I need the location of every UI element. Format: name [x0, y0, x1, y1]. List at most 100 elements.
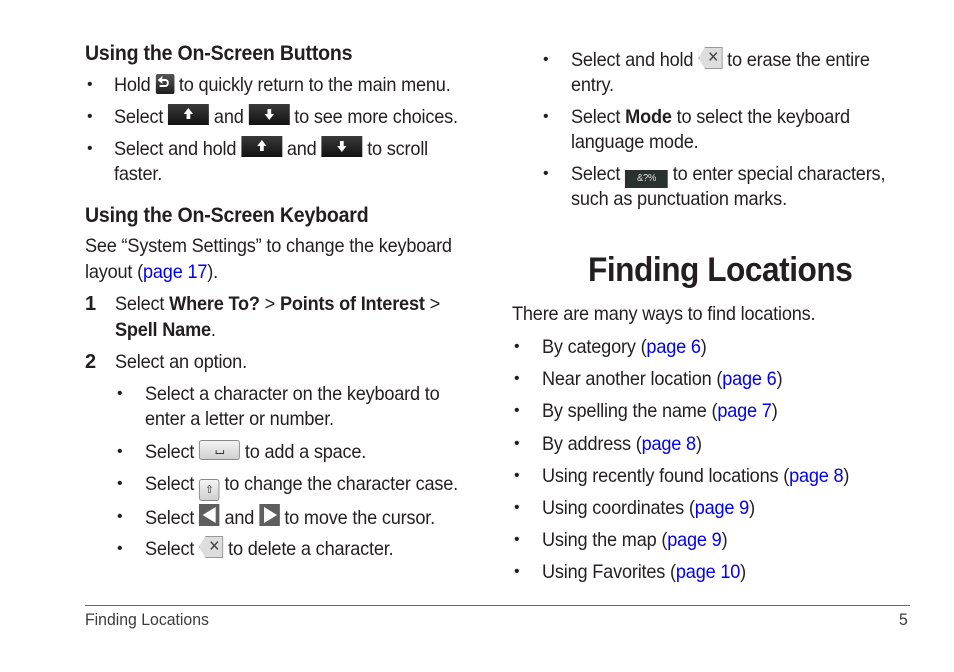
intro-text: layout ( — [85, 261, 143, 283]
bullet: • — [543, 51, 549, 68]
step-item: Select Where To? > Points of Interest > — [115, 291, 440, 317]
list-item: Near another location (page 6) — [542, 368, 783, 390]
bullet: • — [514, 338, 520, 355]
item-text-continued: entry. — [571, 74, 614, 96]
step-text: . — [210, 319, 216, 341]
item-text: to delete a character. — [228, 538, 394, 560]
item-text-continued: such as punctuation marks. — [571, 188, 787, 210]
item-text: to scroll — [367, 138, 429, 160]
page-link[interactable]: page 9 — [695, 497, 750, 519]
heading-on-screen-keyboard: Using the On-Screen Keyboard — [85, 204, 369, 227]
list-item: Using recently found locations (page 8) — [542, 465, 850, 487]
cursor-right-icon — [259, 504, 280, 526]
item-text-continued: language mode. — [571, 131, 699, 153]
down-arrow-icon — [248, 104, 290, 125]
down-arrow-icon — [321, 136, 363, 157]
bullet: • — [543, 165, 549, 182]
item-text: Select — [114, 106, 164, 128]
sub-item: Select and to move the cursor. — [145, 504, 435, 531]
page-link[interactable]: page 8 — [789, 465, 844, 487]
heading-on-screen-buttons: Using the On-Screen Buttons — [85, 42, 353, 65]
list-item: Select and hold to erase the entire — [571, 45, 870, 73]
item-text: Select — [145, 441, 195, 463]
mode-label: Mode — [625, 106, 672, 128]
bullet: • — [514, 531, 520, 548]
list-item: Using Favorites (page 10) — [542, 561, 747, 583]
sub-item: Select a character on the keyboard to — [145, 383, 440, 405]
item-text: Using coordinates — [542, 497, 684, 519]
item-text: By category — [542, 336, 636, 358]
item-text: By address — [542, 433, 631, 455]
bullet: • — [514, 402, 520, 419]
bullet: • — [514, 435, 520, 452]
bullet: • — [87, 76, 93, 93]
list-item: By address (page 8) — [542, 433, 702, 455]
item-text: and — [213, 106, 244, 128]
page-title: Finding Locations — [588, 251, 853, 289]
list-item: Hold to quickly return to the main menu. — [114, 72, 451, 98]
bullet: • — [87, 140, 93, 157]
menu-points-of-interest: Points of Interest — [279, 293, 425, 315]
item-text: Select and hold — [114, 138, 237, 160]
item-text: Using the map — [542, 529, 657, 551]
sub-item: Select to delete a character. — [145, 534, 394, 562]
footer-divider — [85, 605, 910, 606]
page-link[interactable]: page 9 — [667, 529, 722, 551]
item-text-continued: faster. — [114, 163, 163, 185]
item-text: to enter special characters, — [672, 163, 886, 185]
item-text: to select the keyboard — [676, 106, 851, 128]
bullet: • — [87, 108, 93, 125]
step-number: 1 — [85, 293, 97, 315]
backspace-icon — [698, 45, 723, 71]
item-text: to see more choices. — [294, 106, 458, 128]
item-text: Select — [145, 538, 195, 560]
page-link[interactable]: page 6 — [646, 336, 701, 358]
bullet: • — [117, 540, 123, 557]
menu-where-to: Where To? — [169, 293, 260, 315]
item-text: to add a space. — [244, 441, 367, 463]
bullet: • — [514, 467, 520, 484]
item-text: to quickly return to the main menu. — [178, 74, 451, 96]
bullet: • — [543, 108, 549, 125]
bullet: • — [514, 499, 520, 516]
space-key-icon — [199, 440, 241, 460]
list-item: Select and to see more choices. — [114, 104, 458, 130]
list-item: Select &?% to enter special characters, — [571, 161, 885, 188]
item-text: and — [286, 138, 317, 160]
page-link[interactable]: page 17 — [143, 261, 207, 283]
page-link[interactable]: page 7 — [717, 400, 772, 422]
page-link[interactable]: page 8 — [642, 433, 697, 455]
bullet: • — [117, 443, 123, 460]
list-item: Using coordinates (page 9) — [542, 497, 755, 519]
step-item: Select an option. — [115, 351, 247, 373]
keyboard-intro-line1: See “System Settings” to change the keyb… — [85, 235, 452, 257]
bullet: • — [117, 475, 123, 492]
item-text: to change the character case. — [224, 473, 458, 495]
page-link[interactable]: page 10 — [676, 561, 740, 583]
footer-page-number: 5 — [899, 610, 908, 629]
up-arrow-icon — [168, 104, 210, 125]
item-text: Select — [571, 163, 621, 185]
step-text: Select — [115, 293, 165, 315]
bullet: • — [514, 563, 520, 580]
step-item-continued: Spell Name. — [115, 317, 216, 343]
sub-item: Select ⇧ to change the character case. — [145, 471, 458, 501]
shift-key-icon: ⇧ — [199, 479, 220, 501]
backspace-icon — [199, 534, 224, 560]
separator: > — [429, 293, 441, 315]
item-text: By spelling the name — [542, 400, 707, 422]
finding-intro: There are many ways to find locations. — [512, 303, 816, 325]
item-text: Hold — [114, 74, 151, 96]
item-text: to move the cursor. — [284, 507, 436, 529]
item-text: and — [224, 507, 255, 529]
list-item: By spelling the name (page 7) — [542, 400, 778, 422]
separator: > — [264, 293, 276, 315]
keyboard-intro-line2: layout (page 17). — [85, 259, 218, 285]
page-link[interactable]: page 6 — [722, 368, 777, 390]
menu-spell-name: Spell Name — [115, 319, 211, 341]
step-number: 2 — [85, 351, 97, 373]
item-text: Select — [145, 473, 195, 495]
item-text: Near another location — [542, 368, 712, 390]
back-icon — [155, 74, 175, 94]
item-text: Using recently found locations — [542, 465, 779, 487]
